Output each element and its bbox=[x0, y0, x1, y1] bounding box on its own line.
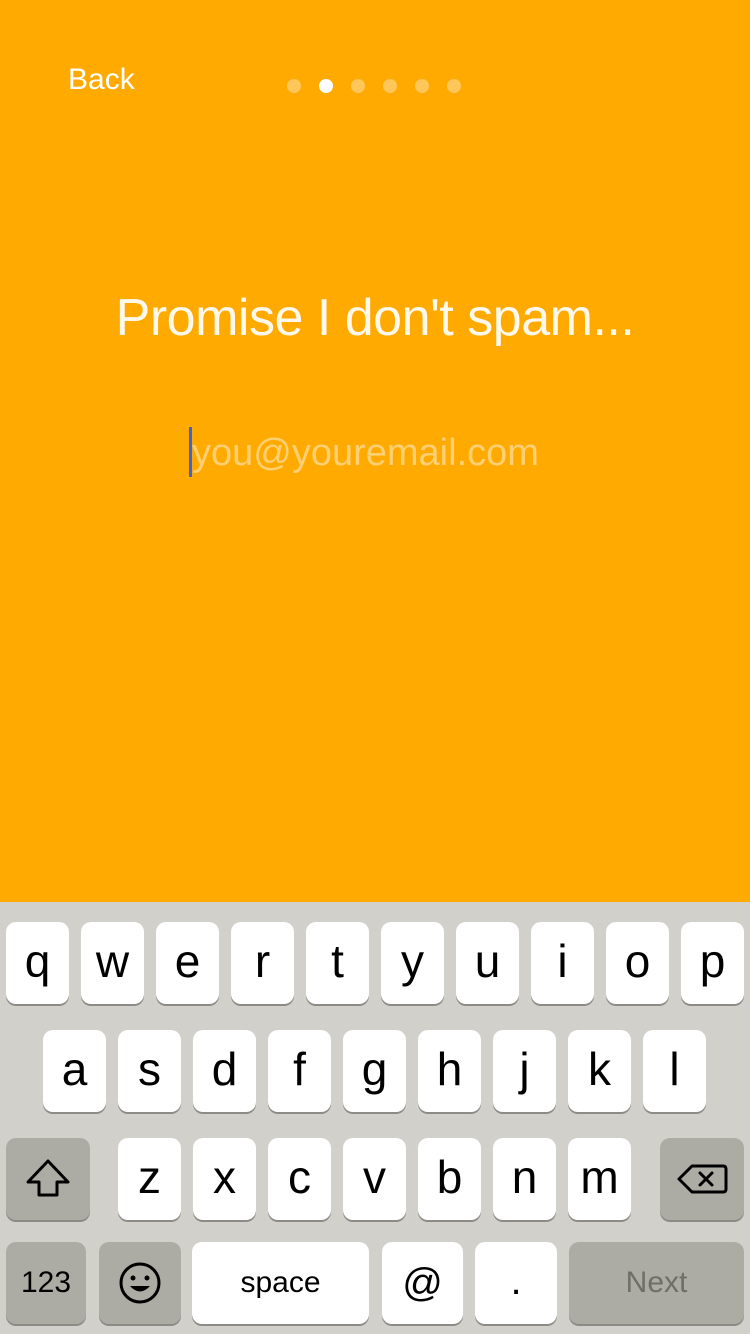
key-e[interactable]: e bbox=[156, 922, 219, 1004]
page-dot bbox=[351, 79, 365, 93]
key-n[interactable]: n bbox=[493, 1138, 556, 1220]
signup-screen: Back Promise I don't spam... you@yourema… bbox=[0, 0, 750, 902]
key-i[interactable]: i bbox=[531, 922, 594, 1004]
page-dot bbox=[447, 79, 461, 93]
backspace-icon bbox=[677, 1164, 728, 1194]
key-u[interactable]: u bbox=[456, 922, 519, 1004]
page-dot bbox=[415, 79, 429, 93]
next-button[interactable]: Next bbox=[569, 1242, 744, 1324]
emoji-icon bbox=[119, 1262, 161, 1304]
key-j[interactable]: j bbox=[493, 1030, 556, 1112]
key-k[interactable]: k bbox=[568, 1030, 631, 1112]
key-z[interactable]: z bbox=[118, 1138, 181, 1220]
page-indicator bbox=[287, 79, 461, 93]
delete-key[interactable] bbox=[660, 1138, 744, 1220]
key-y[interactable]: y bbox=[381, 922, 444, 1004]
key-a[interactable]: a bbox=[43, 1030, 106, 1112]
email-field[interactable]: you@youremail.com bbox=[192, 430, 539, 476]
back-button[interactable]: Back bbox=[68, 60, 135, 100]
page-dot bbox=[383, 79, 397, 93]
page-dot bbox=[287, 79, 301, 93]
key-p[interactable]: p bbox=[681, 922, 744, 1004]
shift-key[interactable] bbox=[6, 1138, 90, 1220]
period-key[interactable]: . bbox=[475, 1242, 557, 1324]
key-d[interactable]: d bbox=[193, 1030, 256, 1112]
key-s[interactable]: s bbox=[118, 1030, 181, 1112]
key-x[interactable]: x bbox=[193, 1138, 256, 1220]
key-f[interactable]: f bbox=[268, 1030, 331, 1112]
page-dot-active bbox=[319, 79, 333, 93]
key-v[interactable]: v bbox=[343, 1138, 406, 1220]
key-r[interactable]: r bbox=[231, 922, 294, 1004]
key-m[interactable]: m bbox=[568, 1138, 631, 1220]
at-key[interactable]: @ bbox=[382, 1242, 463, 1324]
key-h[interactable]: h bbox=[418, 1030, 481, 1112]
key-g[interactable]: g bbox=[343, 1030, 406, 1112]
emoji-key[interactable] bbox=[99, 1242, 181, 1324]
numbers-key[interactable]: 123 bbox=[6, 1242, 86, 1324]
key-b[interactable]: b bbox=[418, 1138, 481, 1220]
key-l[interactable]: l bbox=[643, 1030, 706, 1112]
key-o[interactable]: o bbox=[606, 922, 669, 1004]
shift-icon bbox=[26, 1159, 70, 1197]
page-title: Promise I don't spam... bbox=[115, 289, 635, 347]
key-t[interactable]: t bbox=[306, 922, 369, 1004]
space-key[interactable]: space bbox=[192, 1242, 369, 1324]
key-c[interactable]: c bbox=[268, 1138, 331, 1220]
key-q[interactable]: q bbox=[6, 922, 69, 1004]
onscreen-keyboard: q w e r t y u i o p a s d f g h j k l z … bbox=[0, 902, 750, 1334]
key-w[interactable]: w bbox=[81, 922, 144, 1004]
